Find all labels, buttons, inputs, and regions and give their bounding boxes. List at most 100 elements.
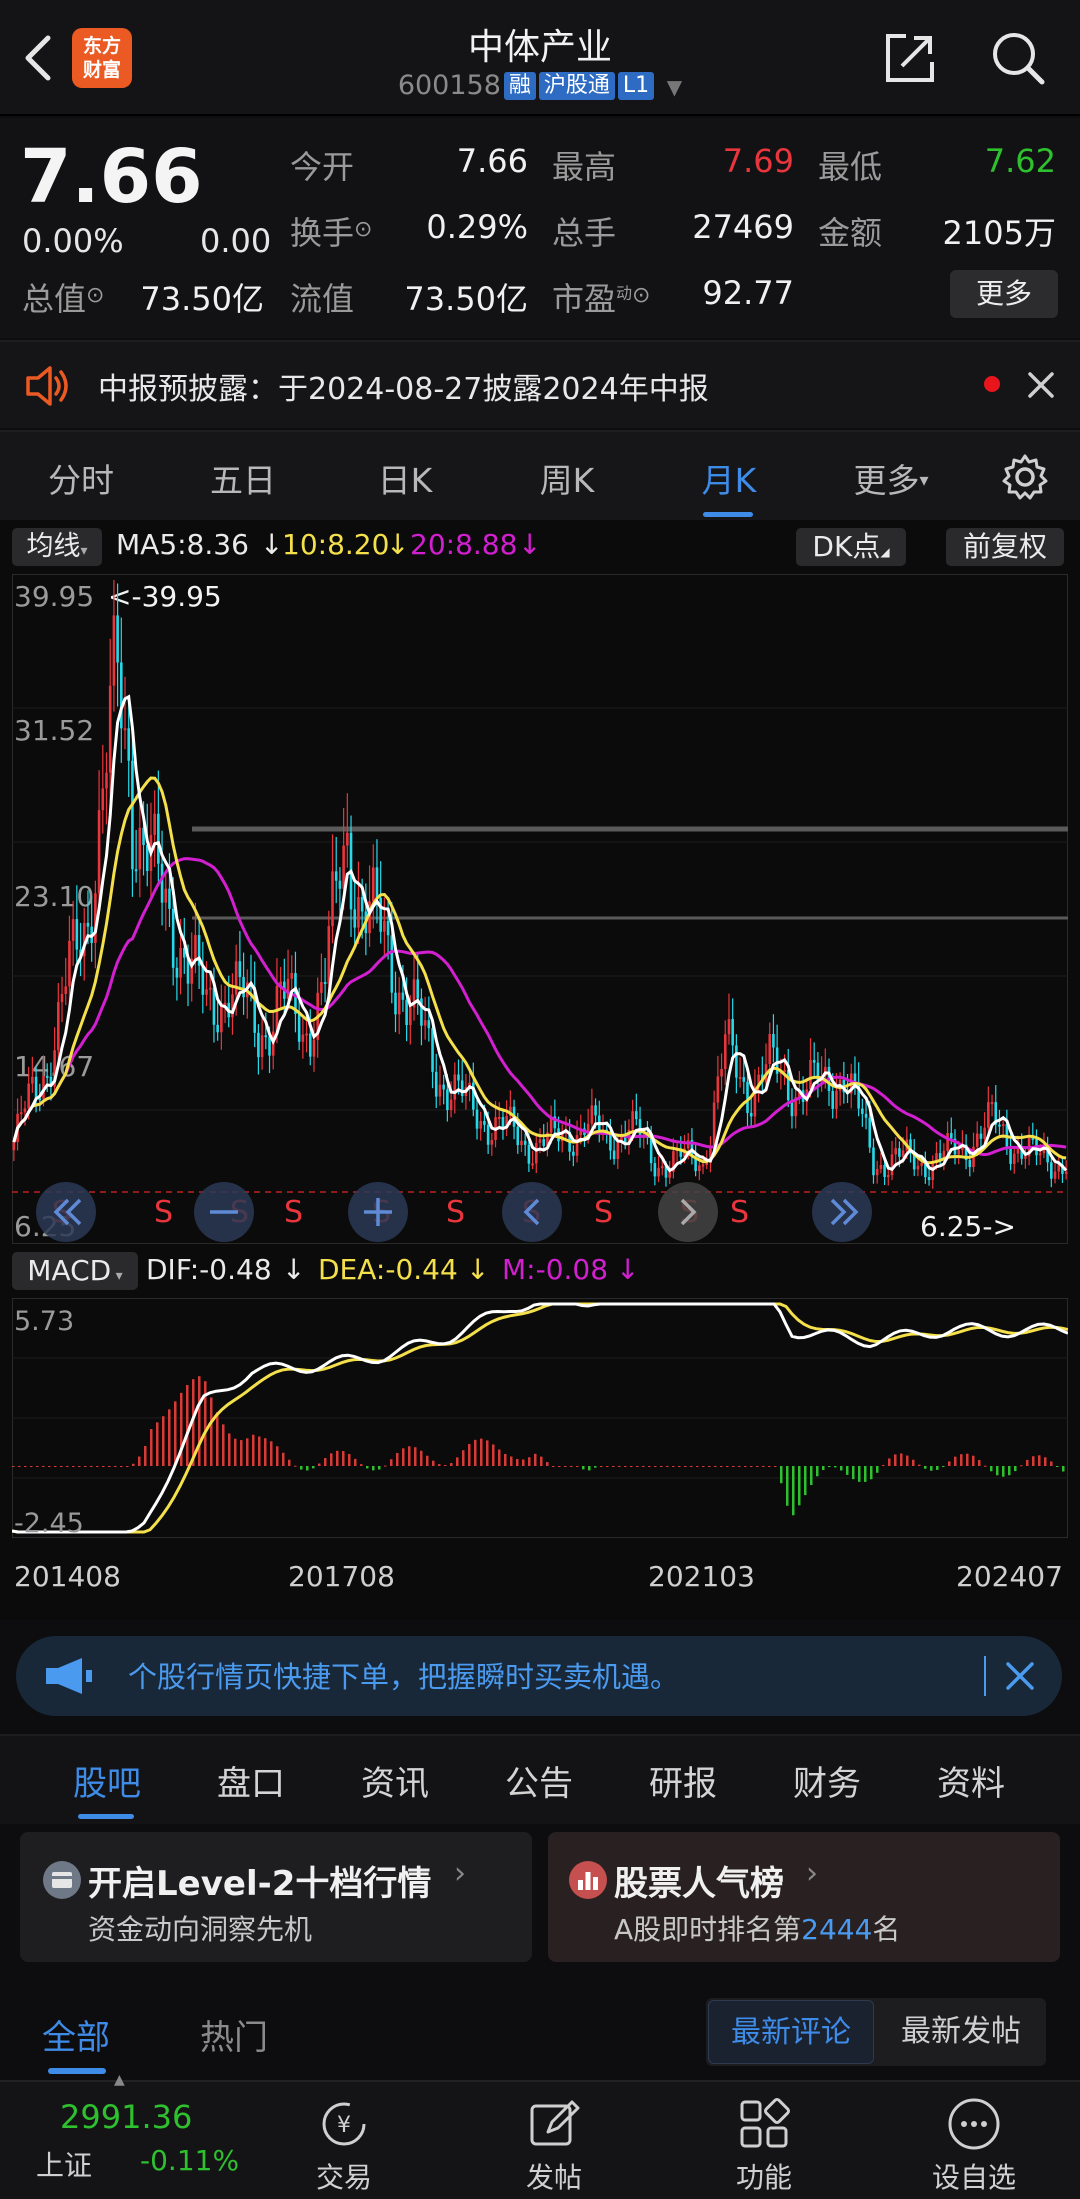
candle-up xyxy=(112,615,116,686)
float-cap-value: 73.50亿 xyxy=(404,280,528,318)
macd-bar-up xyxy=(108,1466,111,1467)
nav-functions[interactable]: 功能 xyxy=(704,2156,824,2196)
tab-profile[interactable]: 资料 xyxy=(916,1756,1026,1805)
popularity-rank: 2444 xyxy=(801,1913,873,1946)
more-quote-button[interactable]: 更多 xyxy=(950,270,1058,318)
fast-forward-icon[interactable] xyxy=(810,1180,874,1244)
level2-card[interactable]: 开启Level-2十档行情 › 资金动向洞察先机 xyxy=(20,1832,532,1962)
amount-value: 2105万 xyxy=(942,214,1056,252)
stock-code: 600158 xyxy=(397,70,501,101)
filter-hot[interactable]: 热门 xyxy=(200,2010,268,2059)
search-icon[interactable] xyxy=(988,28,1048,88)
notice-bar[interactable]: 中报预披露：于2024-08-27披露2024年中报 xyxy=(0,340,1080,428)
volume-value: 27469 xyxy=(692,208,794,246)
ma-selector[interactable]: 均线▾ xyxy=(12,528,102,566)
close-icon[interactable] xyxy=(1026,370,1056,400)
macd-bar-up xyxy=(948,1461,951,1466)
candle-up xyxy=(327,926,331,984)
candle-down xyxy=(360,897,364,912)
ma5-arrow: ↓ xyxy=(260,528,284,561)
tab-monthly-k[interactable]: 月K xyxy=(659,454,799,502)
tab-orderbook[interactable]: 盘口 xyxy=(196,1756,306,1805)
tab-forum[interactable]: 股吧 xyxy=(52,1756,162,1805)
tab-research[interactable]: 研报 xyxy=(628,1756,738,1805)
macd-bar-up xyxy=(114,1466,117,1467)
candle-up xyxy=(105,772,108,789)
adjust-button[interactable]: 前复权 xyxy=(946,528,1064,566)
dropdown-caret-icon[interactable]: ▼ xyxy=(667,75,682,99)
tab-weekly-k[interactable]: 周K xyxy=(497,454,637,502)
macd-bar-down xyxy=(588,1466,591,1471)
trade-promo-bar[interactable]: 个股行情页快捷下单，把握瞬时买卖机遇。 xyxy=(16,1636,1062,1716)
indicator-selector[interactable]: MACD ▾ xyxy=(12,1252,138,1290)
candle-up xyxy=(305,1033,308,1036)
macd-bar-up xyxy=(750,1466,753,1467)
kline-plot[interactable]: SSSSSSSSSS xyxy=(12,574,1068,1244)
popularity-card[interactable]: 股票人气榜 › A股即时排名第2444名 xyxy=(548,1832,1060,1962)
open-label: 今开 xyxy=(290,148,355,186)
pe-label[interactable]: 市盈动⊙ xyxy=(552,274,650,320)
x-label-1: 201408 xyxy=(14,1560,121,1593)
candle-down xyxy=(131,760,134,870)
nav-post[interactable]: 发帖 xyxy=(494,2156,614,2196)
fast-back-icon[interactable] xyxy=(34,1180,98,1244)
index-ticker[interactable]: ▲ 2991.36 上证 -0.11% xyxy=(0,2072,250,2199)
step-forward-icon[interactable] xyxy=(656,1180,720,1244)
tab-financials[interactable]: 财务 xyxy=(772,1756,882,1805)
macd-bar-up xyxy=(600,1466,603,1467)
macd-plot[interactable] xyxy=(12,1298,1068,1538)
macd-bar-up xyxy=(78,1466,81,1467)
candle-up xyxy=(716,1076,720,1103)
info-icon[interactable]: ⊙ xyxy=(86,283,104,308)
tab-more[interactable]: 更多▾ xyxy=(821,454,961,502)
dk-point-button[interactable]: DK点◢ xyxy=(796,528,906,566)
macd-bar-up xyxy=(432,1460,435,1466)
sort-latest-comment[interactable]: 最新评论 xyxy=(708,2000,874,2064)
candle-down xyxy=(338,880,342,889)
nav-trade[interactable]: 交易 xyxy=(284,2156,404,2196)
macd-bar-down xyxy=(804,1466,807,1496)
candle-up xyxy=(875,1168,879,1176)
macd-bar-up xyxy=(528,1457,531,1466)
filter-all[interactable]: 全部 xyxy=(42,2010,110,2059)
m-legend: M:-0.08 xyxy=(502,1253,609,1286)
tab-five-day[interactable]: 五日 xyxy=(173,454,313,502)
compose-icon[interactable] xyxy=(526,2096,582,2152)
macd-bar-down xyxy=(1008,1466,1011,1476)
macd-bar-down xyxy=(816,1466,819,1477)
candle-up xyxy=(346,832,349,846)
functions-icon[interactable] xyxy=(736,2096,792,2152)
step-back-icon[interactable] xyxy=(500,1180,564,1244)
turnover-label[interactable]: 换手⊙ xyxy=(290,208,372,254)
kline-chart-panel[interactable]: 均线▾ MA5:8.36 ↓ 10:8.20 ↓ 20:8.88 ↓ DK点◢ … xyxy=(0,520,1080,1620)
close-icon[interactable] xyxy=(1004,1660,1036,1692)
zoom-in-icon[interactable] xyxy=(346,1180,410,1244)
zoom-out-icon[interactable] xyxy=(192,1180,256,1244)
nav-watchlist[interactable]: 设自选 xyxy=(914,2156,1034,2196)
market-cap-label[interactable]: 总值⊙ xyxy=(22,274,104,320)
sort-latest-post[interactable]: 最新发帖 xyxy=(878,2000,1044,2064)
settings-gear-icon[interactable] xyxy=(1000,452,1050,502)
macd-bar-up xyxy=(690,1466,693,1467)
tab-daily-k[interactable]: 日K xyxy=(335,454,475,502)
add-watchlist-icon[interactable] xyxy=(946,2096,1002,2152)
macd-bar-down xyxy=(1056,1466,1059,1467)
tab-announcements[interactable]: 公告 xyxy=(484,1756,594,1805)
candle-up xyxy=(946,1133,949,1151)
tab-news[interactable]: 资讯 xyxy=(340,1756,450,1805)
candle-down xyxy=(949,1133,953,1139)
candle-up xyxy=(1064,1171,1068,1174)
tab-intraday[interactable]: 分时 xyxy=(11,454,151,502)
info-icon[interactable]: ⊙ xyxy=(632,283,650,308)
macd-bar-down xyxy=(870,1466,873,1480)
trade-icon[interactable]: ¥ xyxy=(316,2096,372,2152)
share-icon[interactable] xyxy=(880,28,940,88)
index-change: -0.11% xyxy=(140,2144,240,2177)
info-icon[interactable]: ⊙ xyxy=(354,217,372,242)
candle-down xyxy=(157,813,160,864)
macd-bar-up xyxy=(198,1376,201,1466)
candle-up xyxy=(1012,1153,1016,1164)
macd-bar-up xyxy=(558,1466,561,1467)
candle-down xyxy=(883,1165,886,1177)
candle-down xyxy=(120,662,123,729)
